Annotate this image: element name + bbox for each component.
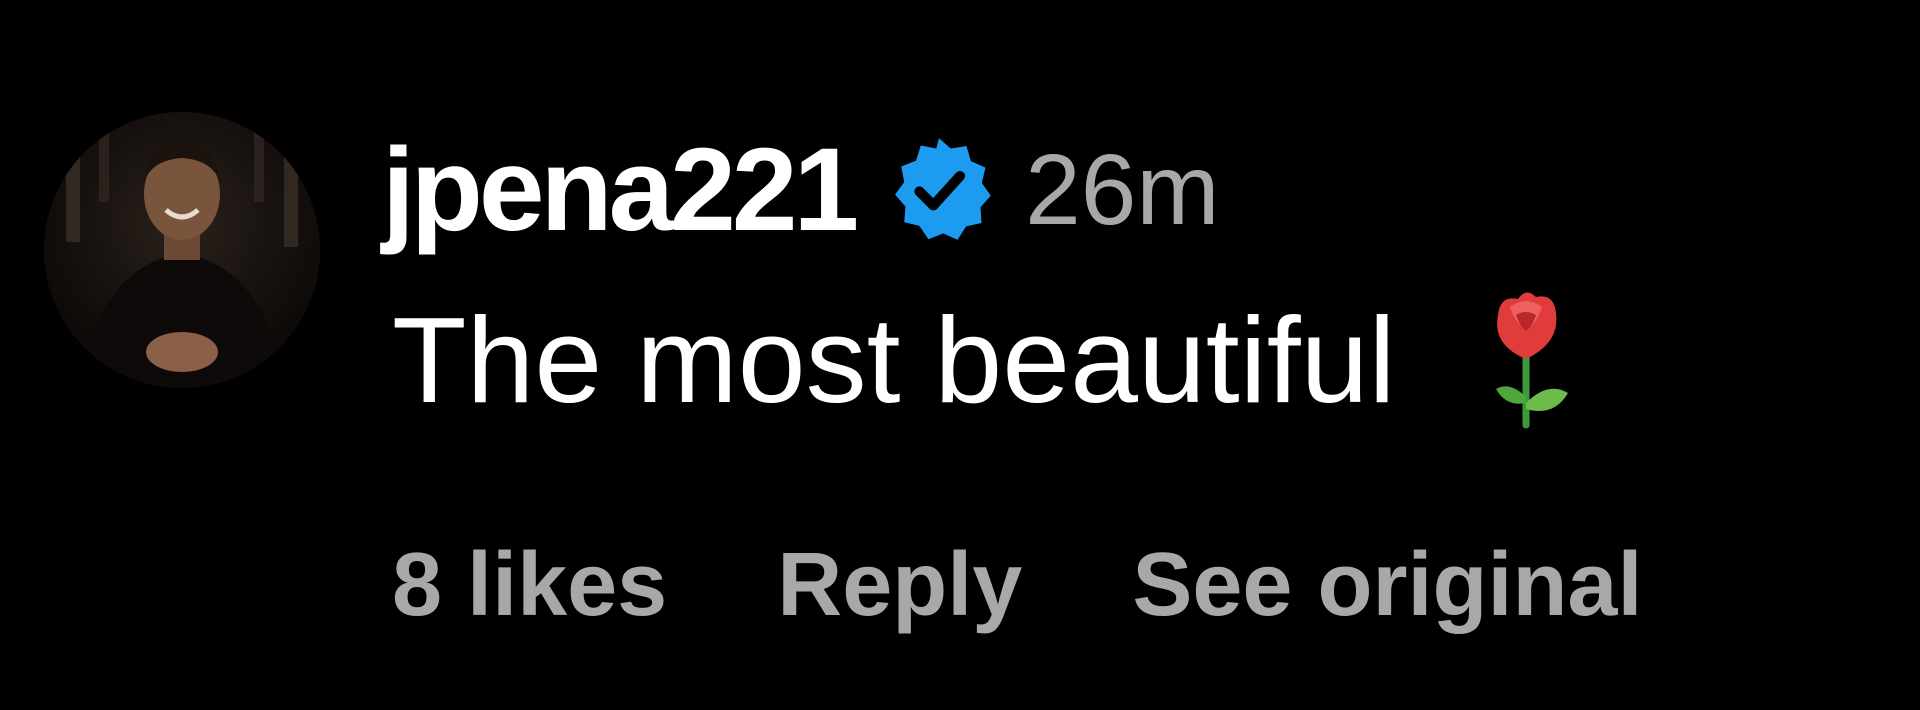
comment-header: jpena221 26m — [382, 130, 1220, 250]
reply-button[interactable]: Reply — [777, 540, 1022, 630]
verified-badge-icon — [883, 134, 995, 246]
comment-text: The most beautiful — [392, 292, 1396, 428]
likes-count-button[interactable]: 8 likes — [392, 540, 667, 630]
timestamp: 26m — [1025, 134, 1220, 246]
comment-actions: 8 likes Reply See original — [392, 535, 1643, 635]
username[interactable]: jpena221 — [382, 131, 859, 249]
profile-avatar-image — [44, 112, 320, 388]
comment-item: jpena221 26m The most beautiful 8 likes … — [0, 0, 1920, 710]
see-original-button[interactable]: See original — [1132, 540, 1642, 630]
avatar[interactable] — [44, 112, 320, 388]
comment-body: The most beautiful — [392, 292, 1576, 429]
rose-emoji-icon — [1476, 285, 1576, 435]
